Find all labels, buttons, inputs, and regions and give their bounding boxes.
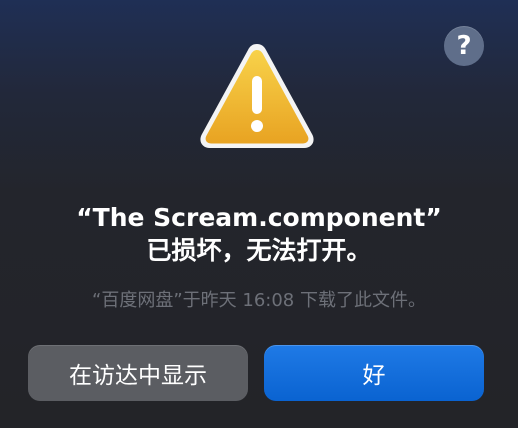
dialog-message: “百度网盘”于昨天 16:08 下载了此文件。 [92, 290, 426, 311]
question-mark-icon: ? [456, 31, 472, 61]
help-button[interactable]: ? [444, 26, 484, 66]
dialog-title: “The Scream.component” 已损坏，无法打开。 [0, 201, 518, 267]
ok-label: 好 [362, 363, 386, 389]
ok-button[interactable]: 好 [264, 345, 484, 401]
show-in-finder-label: 在访达中显示 [69, 363, 207, 389]
dialog-title-line-1: “The Scream.component” [76, 203, 442, 232]
alert-dialog: ? “The Scream.component” 已损坏，无法打开。 “百度网盘… [0, 0, 518, 428]
show-in-finder-button[interactable]: 在访达中显示 [28, 345, 248, 401]
dialog-title-line-2: 已损坏，无法打开。 [146, 236, 372, 265]
warning-triangle-icon [200, 44, 314, 148]
